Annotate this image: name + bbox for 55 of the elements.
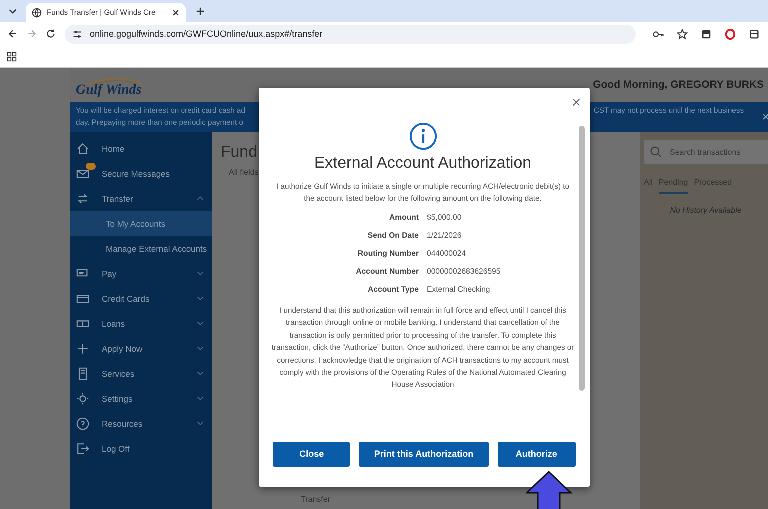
chevron-icon[interactable]	[197, 271, 204, 276]
back-icon[interactable]	[8, 29, 18, 39]
nav-icon	[76, 342, 90, 356]
chevron-icon[interactable]	[197, 321, 204, 326]
dialog-button[interactable]: Print this Authorization	[359, 442, 489, 466]
chevron-icon[interactable]	[197, 371, 204, 376]
page-title: Fund	[221, 144, 258, 162]
nav-item[interactable]: Services	[70, 361, 212, 386]
nav-subitem[interactable]: To My Accounts	[70, 211, 212, 236]
nav-item[interactable]: Pay	[70, 261, 212, 286]
nav-icon	[76, 416, 90, 430]
globe-icon	[32, 8, 42, 18]
address-field[interactable]: online.gogulfwinds.com/GWFCUOnline/uux.aspx#/transfer	[65, 24, 636, 44]
nav-icon	[76, 392, 90, 406]
empty-text: No History Available	[669, 206, 743, 215]
info-icon	[408, 122, 438, 151]
chevron-icon[interactable]	[197, 296, 204, 301]
greeting-text: Good Morning, GREGORY BURKS	[593, 79, 764, 91]
star-icon[interactable]	[677, 28, 688, 40]
chevron-icon[interactable]	[197, 346, 204, 351]
search-field[interactable]: Search transactions	[644, 140, 768, 164]
pointer-arrow	[526, 471, 572, 509]
site-settings-icon[interactable]	[73, 30, 82, 38]
close-icon[interactable]	[572, 98, 581, 106]
nav-item[interactable]: Resources	[70, 411, 212, 436]
close-icon[interactable]	[172, 8, 180, 16]
opera-icon[interactable]	[725, 28, 736, 40]
chevron-icon[interactable]	[197, 421, 204, 426]
hint-text: All fields	[229, 168, 260, 177]
nav-item[interactable]: Settings	[70, 386, 212, 411]
apps-icon[interactable]	[7, 52, 17, 62]
extension-icon[interactable]	[749, 28, 760, 40]
nav-item[interactable]: Loans	[70, 311, 212, 336]
key-icon[interactable]	[653, 28, 664, 40]
nav-item[interactable]: Log Off	[70, 436, 212, 461]
nav-item[interactable]: Secure Messages	[70, 161, 212, 186]
chevron-icon[interactable]	[197, 396, 204, 401]
row-label: Transfer	[301, 495, 332, 504]
nav-icon	[76, 366, 90, 380]
nav-item[interactable]: Apply Now	[70, 336, 212, 361]
nav-icon	[76, 142, 90, 156]
dialog-title: External Account Authorization	[314, 155, 532, 173]
dialog-button[interactable]: Authorize	[498, 442, 576, 466]
nav-item[interactable]: Transfer	[70, 186, 212, 211]
nav-icon	[76, 442, 90, 456]
dialog-button[interactable]: Close	[273, 442, 350, 466]
chevron-icon[interactable]	[197, 196, 204, 201]
nav-item[interactable]: Home	[70, 136, 212, 161]
reload-icon[interactable]	[46, 29, 56, 39]
search-icon	[650, 146, 662, 158]
nav-icon	[76, 192, 90, 206]
nav-subitem[interactable]: Manage External Accounts	[70, 236, 212, 261]
new-tab-icon[interactable]	[196, 6, 205, 16]
panel-icon[interactable]	[701, 28, 712, 40]
nav-item[interactable]: Credit Cards	[70, 286, 212, 311]
